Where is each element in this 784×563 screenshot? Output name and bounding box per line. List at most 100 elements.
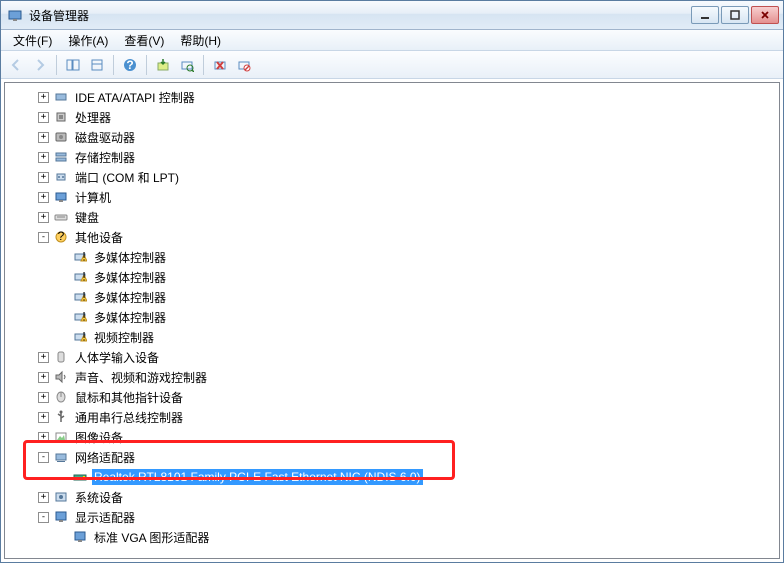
tree-item[interactable]: - 显示适配器 — [5, 507, 779, 527]
tree-item[interactable]: +IDE ATA/ATAPI 控制器 — [5, 87, 779, 107]
tree-item[interactable]: +系统设备 — [5, 487, 779, 507]
expander-icon — [57, 292, 68, 303]
expander-icon[interactable]: + — [38, 132, 49, 143]
tree-item-label: 标准 VGA 图形适配器 — [92, 528, 211, 547]
tree-item-label: 磁盘驱动器 — [73, 128, 137, 147]
help-button[interactable]: ? — [119, 54, 141, 76]
computer-icon — [53, 189, 69, 205]
view-button[interactable] — [86, 54, 108, 76]
tree-item[interactable]: + 磁盘驱动器 — [5, 127, 779, 147]
usb-icon — [53, 409, 69, 425]
tree-item-label: 网络适配器 — [73, 448, 137, 467]
tree-item[interactable]: +键盘 — [5, 207, 779, 227]
tree-item[interactable]: + 声音、视频和游戏控制器 — [5, 367, 779, 387]
window-controls — [689, 6, 783, 24]
tree-item[interactable]: Realtek RTL8101 Family PCI-E Fast Ethern… — [5, 467, 779, 487]
svg-text:!: ! — [82, 290, 85, 304]
expander-icon[interactable]: + — [38, 172, 49, 183]
image-icon — [53, 429, 69, 445]
titlebar[interactable]: 设备管理器 — [1, 1, 783, 30]
warn-icon: ! — [72, 269, 88, 285]
tree-item[interactable]: +通用串行总线控制器 — [5, 407, 779, 427]
expander-icon[interactable]: + — [38, 432, 49, 443]
svg-text:!: ! — [82, 250, 85, 264]
expander-icon — [57, 272, 68, 283]
network-icon — [53, 449, 69, 465]
update-driver-button[interactable] — [152, 54, 174, 76]
toolbar-separator — [56, 55, 57, 75]
tree-item-label: 端口 (COM 和 LPT) — [73, 168, 181, 187]
storage-icon — [53, 149, 69, 165]
display-icon — [53, 509, 69, 525]
nic-icon — [72, 469, 88, 485]
tree-item-label: 多媒体控制器 — [92, 268, 168, 287]
tree-item[interactable]: +处理器 — [5, 107, 779, 127]
warn-icon: ! — [72, 329, 88, 345]
keyboard-icon — [53, 209, 69, 225]
tree-item[interactable]: 标准 VGA 图形适配器 — [5, 527, 779, 547]
expander-icon[interactable]: + — [38, 152, 49, 163]
minimize-button[interactable] — [691, 6, 719, 24]
expander-icon[interactable]: + — [38, 352, 49, 363]
expander-icon[interactable]: - — [38, 512, 49, 523]
expander-icon — [57, 332, 68, 343]
tree-item[interactable]: - 网络适配器 — [5, 447, 779, 467]
tree-item-label: 显示适配器 — [73, 508, 137, 527]
menu-file[interactable]: 文件(F) — [5, 30, 60, 51]
warn-icon: ! — [72, 249, 88, 265]
svg-text:!: ! — [82, 330, 85, 344]
menu-view[interactable]: 查看(V) — [116, 30, 172, 51]
tree-item[interactable]: +图像设备 — [5, 427, 779, 447]
tree-item[interactable]: !多媒体控制器 — [5, 247, 779, 267]
tree-item-label: 视频控制器 — [92, 328, 156, 347]
expander-icon[interactable]: + — [38, 192, 49, 203]
uninstall-button[interactable] — [209, 54, 231, 76]
maximize-button[interactable] — [721, 6, 749, 24]
tree-item-label: 其他设备 — [73, 228, 125, 247]
tree-item[interactable]: !多媒体控制器 — [5, 287, 779, 307]
tree-pane[interactable]: +IDE ATA/ATAPI 控制器+处理器+磁盘驱动器+存储控制器+端口 (C… — [4, 82, 780, 559]
svg-text:!: ! — [82, 310, 85, 324]
tree-item-label: 存储控制器 — [73, 148, 137, 167]
tree-item[interactable]: + 计算机 — [5, 187, 779, 207]
expander-icon — [57, 472, 68, 483]
expander-icon[interactable]: + — [38, 372, 49, 383]
hid-icon — [53, 349, 69, 365]
tree-item-label: 声音、视频和游戏控制器 — [73, 368, 209, 387]
expander-icon[interactable]: - — [38, 232, 49, 243]
menubar: 文件(F) 操作(A) 查看(V) 帮助(H) — [1, 30, 783, 51]
expander-icon[interactable]: + — [38, 412, 49, 423]
expander-icon — [57, 252, 68, 263]
close-button[interactable] — [751, 6, 779, 24]
expander-icon[interactable]: + — [38, 92, 49, 103]
expander-icon[interactable]: - — [38, 452, 49, 463]
tree-item[interactable]: + 端口 (COM 和 LPT) — [5, 167, 779, 187]
tree-item-label: Realtek RTL8101 Family PCI-E Fast Ethern… — [92, 469, 423, 485]
device-manager-window: 设备管理器 文件(F) 操作(A) 查看(V) 帮助(H) — [0, 0, 784, 563]
menu-help[interactable]: 帮助(H) — [172, 30, 229, 51]
mouse-icon — [53, 389, 69, 405]
menu-action[interactable]: 操作(A) — [60, 30, 116, 51]
tree-item[interactable]: !多媒体控制器 — [5, 267, 779, 287]
cpu-icon — [53, 109, 69, 125]
expander-icon[interactable]: + — [38, 392, 49, 403]
expander-icon[interactable]: + — [38, 112, 49, 123]
tree-item[interactable]: -?其他设备 — [5, 227, 779, 247]
expander-icon[interactable]: + — [38, 492, 49, 503]
tree-item[interactable]: + 存储控制器 — [5, 147, 779, 167]
show-hide-tree-button[interactable] — [62, 54, 84, 76]
tree-item[interactable]: !多媒体控制器 — [5, 307, 779, 327]
other-icon: ? — [53, 229, 69, 245]
expander-icon[interactable]: + — [38, 212, 49, 223]
tree-item-label: 计算机 — [73, 188, 113, 207]
warn-icon: ! — [72, 309, 88, 325]
device-tree[interactable]: +IDE ATA/ATAPI 控制器+处理器+磁盘驱动器+存储控制器+端口 (C… — [5, 83, 779, 551]
system-icon — [53, 489, 69, 505]
disable-button[interactable] — [233, 54, 255, 76]
tree-item[interactable]: ! 视频控制器 — [5, 327, 779, 347]
tree-item[interactable]: +鼠标和其他指针设备 — [5, 387, 779, 407]
scan-hardware-button[interactable] — [176, 54, 198, 76]
warn-icon: ! — [72, 289, 88, 305]
tree-item[interactable]: +人体学输入设备 — [5, 347, 779, 367]
app-icon — [7, 7, 23, 23]
